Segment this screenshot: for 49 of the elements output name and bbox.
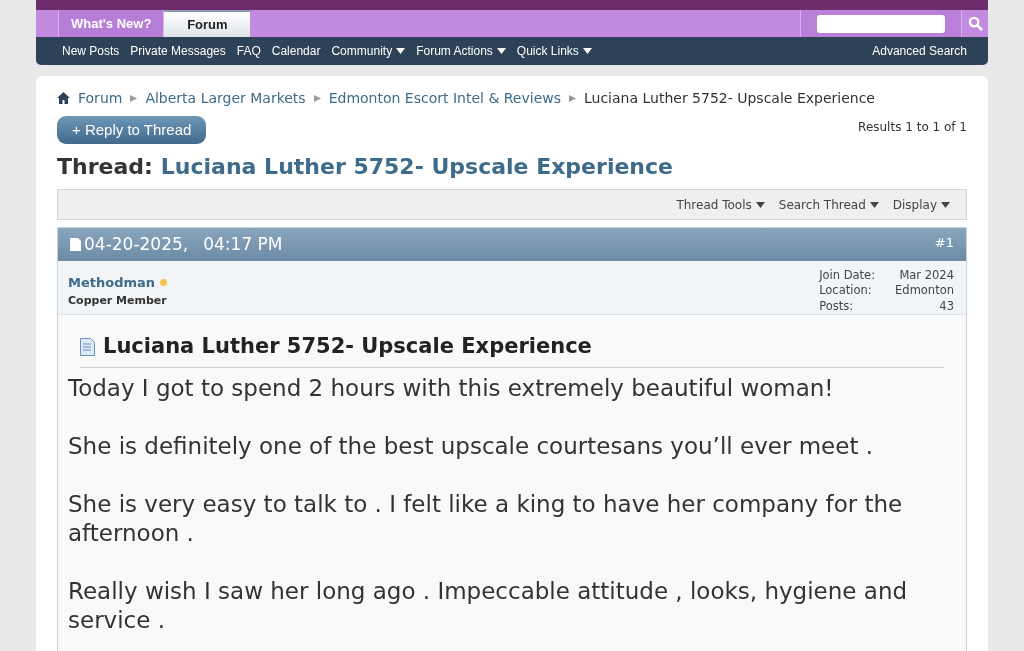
info-label: Join Date:: [819, 268, 876, 284]
nav-tab[interactable]: Forum: [164, 10, 251, 37]
post-paragraph: Today I got to spend 2 hours with this extremely beautiful woman!: [68, 373, 835, 403]
user-rank: Copper Member: [68, 292, 168, 309]
arrow-icon: [129, 93, 139, 103]
thread-label: Thread:: [57, 153, 153, 181]
nav-link[interactable]: Forum Actions: [416, 42, 506, 60]
thread-title: Luciana Luther 5752- Upscale Experience: [160, 153, 673, 181]
arrow-icon: [312, 93, 322, 103]
info-label: Posts:: [819, 298, 855, 314]
home-icon: [57, 92, 70, 104]
breadcrumb-link[interactable]: Edmonton Escort Intel & Reviews: [328, 87, 561, 109]
search-field[interactable]: [817, 14, 945, 33]
info-value: Edmonton: [895, 283, 954, 299]
post-title: Luciana Luther 5752- Upscale Experience: [103, 333, 592, 360]
document-icon: [70, 238, 81, 251]
info-label: Location:: [819, 283, 873, 299]
document-icon: [80, 337, 95, 356]
caret-icon: [869, 201, 879, 208]
nav-link[interactable]: Private Messages: [130, 42, 226, 60]
caret-icon: [396, 48, 406, 54]
nav-link[interactable]: FAQ: [236, 42, 261, 60]
nav-link[interactable]: Calendar: [271, 42, 321, 60]
info-value: 43: [938, 298, 954, 314]
reply-button[interactable]: + Reply to Thread: [57, 116, 207, 144]
post-date: 04-20-2025,: [84, 232, 189, 256]
caret-icon: [582, 48, 592, 54]
caret-icon: [755, 201, 765, 208]
search-icon: [967, 16, 983, 31]
breadcrumb-link[interactable]: Alberta Larger Markets: [145, 87, 306, 109]
caret-icon: [496, 48, 506, 54]
advanced-search-link[interactable]: Advanced Search: [872, 42, 967, 60]
post-paragraph: Really wish I saw her long ago . Impeccable attitude , looks, hygiene and service .: [68, 576, 909, 635]
nav-link[interactable]: Quick Links: [516, 42, 592, 60]
arrow-icon: [568, 93, 577, 103]
toolbar-menu[interactable]: Thread Tools: [676, 195, 765, 214]
post-paragraph: She is very easy to talk to . I felt like a king to have her company for the afternoon .: [68, 489, 904, 548]
post-time: 04:17 PM: [203, 232, 283, 256]
nav-link[interactable]: New Posts: [62, 42, 120, 60]
username-link[interactable]: Methodman: [68, 273, 156, 293]
breadcrumb-link[interactable]: Forum: [78, 87, 123, 109]
info-value: Mar 2024: [898, 268, 954, 284]
nav-link[interactable]: Community: [331, 42, 406, 60]
breadcrumb-current: Luciana Luther 5752- Upscale Experience: [584, 88, 875, 108]
toolbar-menu[interactable]: Search Thread: [778, 195, 879, 214]
toolbar-menu[interactable]: Display: [892, 195, 950, 214]
caret-icon: [941, 201, 950, 208]
results-count: Results 1 to 1 of 1: [858, 119, 967, 136]
post-paragraph: She is definitely one of the best upscale courtesans you’ll ever meet .: [68, 431, 875, 461]
